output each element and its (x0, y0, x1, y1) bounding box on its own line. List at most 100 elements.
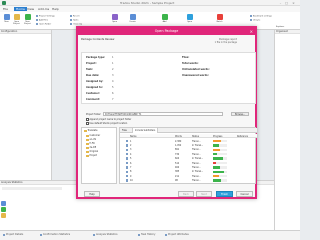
finish-button[interactable]: Finish (216, 191, 233, 197)
ribbon-new-project-button[interactable]: New Project (23, 14, 32, 28)
ribbon-revert[interactable]: Revert (70, 15, 80, 18)
project-folder-label: Project folder: (86, 113, 102, 116)
tree-item[interactable]: de-DE (86, 146, 96, 149)
tree-item[interactable]: fr-FR (86, 142, 95, 145)
configuration-pane-title: Configuration (0, 30, 51, 34)
file-name: 5 (130, 157, 132, 161)
file-name: 4 (130, 152, 132, 156)
table-row[interactable]: 8 385 In Transl... (120, 170, 257, 174)
tab-confirmation-statistics[interactable]: Confirmation Statistics (40, 233, 70, 236)
menu-file[interactable]: File (3, 7, 8, 11)
section-subtitle-2: 1 file in the package (214, 41, 237, 44)
col-status[interactable]: Status (192, 135, 199, 138)
col-reference[interactable]: Reference (237, 135, 248, 138)
app-title: Trados Studio 2021 - Sample Project (120, 1, 175, 5)
tab-task-history[interactable]: Task History (138, 233, 155, 236)
table-row[interactable]: 5 604 In Transl... (120, 157, 257, 161)
ribbon-unsync[interactable]: Unsync (250, 19, 260, 22)
file-status: Transl... (192, 152, 201, 156)
file-name: 7 (130, 165, 132, 169)
back-button[interactable]: Back (178, 191, 194, 197)
minimize-button[interactable]: – (278, 1, 283, 5)
progress-bar (213, 174, 227, 178)
tab-analysis-statistics[interactable]: Analysis Statistics (93, 233, 118, 236)
file-icon (126, 161, 128, 165)
col-name[interactable]: Name (130, 135, 136, 138)
task-label: Task: (86, 68, 93, 71)
ribbon-open-project-button[interactable]: Open Project (12, 14, 21, 28)
tab-include-subfolders[interactable]: Include Subfolders (132, 128, 159, 133)
tree-root[interactable]: Translate (84, 129, 97, 132)
tab-icon (138, 233, 140, 236)
default-location-checkbox[interactable] (86, 122, 89, 125)
table-row[interactable]: 10 98 Transl... (120, 179, 257, 183)
window-close-button[interactable]: × (291, 1, 296, 5)
ribbon-tasks[interactable]: Tasks (70, 19, 78, 22)
menu-addins[interactable]: Add-Ins (38, 7, 49, 11)
customer-label: Customer: (86, 92, 100, 95)
file-status: Transl... (192, 161, 201, 165)
help-button[interactable]: Help (84, 191, 100, 197)
file-icon (126, 179, 128, 182)
table-row[interactable]: 2 1,052 In Transl... (120, 143, 257, 147)
default-location-checkbox-row[interactable]: Use default Studio project location (86, 122, 127, 125)
next-button[interactable]: Next (196, 191, 212, 197)
table-row[interactable]: 4 730 Transl... (120, 152, 257, 156)
unanswered-words-label: Unanswered words: (182, 74, 209, 77)
menu-home[interactable]: Home (14, 7, 27, 11)
progress-bar (213, 166, 227, 169)
ribbon-bookmark-settings[interactable]: Bookmark settings (250, 15, 272, 18)
open-icon (111, 14, 118, 20)
tab-files[interactable]: Files (120, 128, 129, 133)
app-logo-icon (2, 1, 6, 5)
table-row[interactable]: 1 2,380 Transl... (120, 139, 257, 143)
progress-fill (213, 139, 222, 143)
ribbon-project-settings[interactable]: Project Settings (36, 15, 55, 18)
progress-bar (213, 148, 227, 151)
table-row[interactable]: 6 512 Transl... (120, 161, 257, 165)
close-icon[interactable]: × (250, 28, 253, 35)
files-panel: Files Include Subfolders Name Words Stat… (119, 127, 257, 184)
untranslated-words-label: Untranslated words: (182, 68, 210, 71)
projects-nav-icon[interactable] (1, 201, 6, 206)
files-nav-icon[interactable] (1, 207, 6, 212)
ribbon-open-folder[interactable]: Open Folder (36, 23, 51, 26)
tree-item[interactable]: Original (86, 150, 98, 153)
tab-project-details[interactable]: Project Details (3, 233, 23, 236)
organisation-pane: Organisat (274, 30, 300, 230)
file-status: Transl... (192, 148, 201, 152)
file-name: 2 (130, 143, 132, 147)
table-row[interactable]: 9 211 Transl... (120, 174, 257, 178)
table-row[interactable]: 3 891 Transl... (120, 148, 257, 152)
ribbon-new-button[interactable]: New (2, 14, 11, 28)
menu-view[interactable]: View (27, 7, 34, 11)
project-folder-input[interactable] (103, 112, 223, 116)
cancel-button[interactable]: Cancel (236, 191, 253, 197)
append-name-checkbox[interactable] (86, 118, 89, 121)
reports-nav-icon[interactable] (1, 213, 6, 218)
ribbon-explorer-label: Explorer (276, 26, 285, 28)
assigned-to-label: Assigned to: (86, 86, 103, 89)
col-progress[interactable]: Progress (213, 135, 222, 138)
progress-bar (213, 157, 227, 160)
tab-project-attributes[interactable]: Project Attributes (165, 233, 189, 236)
tree-item[interactable]: Customer (86, 134, 100, 137)
menu-help[interactable]: Help (52, 7, 59, 11)
ribbon-add-files[interactable]: Add Files (36, 19, 48, 22)
total-words-label: Total words: (182, 62, 199, 65)
file-icon (126, 152, 128, 156)
folder-icon (84, 129, 87, 132)
maximize-button[interactable]: □ (284, 1, 289, 5)
col-words[interactable]: Words (175, 135, 182, 138)
append-name-checkbox-row[interactable]: Append project name to project folder (86, 118, 131, 121)
tree-item[interactable]: en-US (86, 138, 96, 141)
tab-icon (40, 233, 42, 236)
tree-item[interactable]: Project (86, 154, 97, 157)
progress-fill (213, 170, 225, 173)
table-row[interactable]: 7 460 Transl... (120, 165, 257, 169)
clean-icon (70, 23, 72, 25)
progress-fill (213, 166, 220, 169)
file-words: 98 (175, 179, 178, 183)
progress-fill (213, 152, 218, 156)
browse-button[interactable]: Browse... (231, 112, 249, 116)
